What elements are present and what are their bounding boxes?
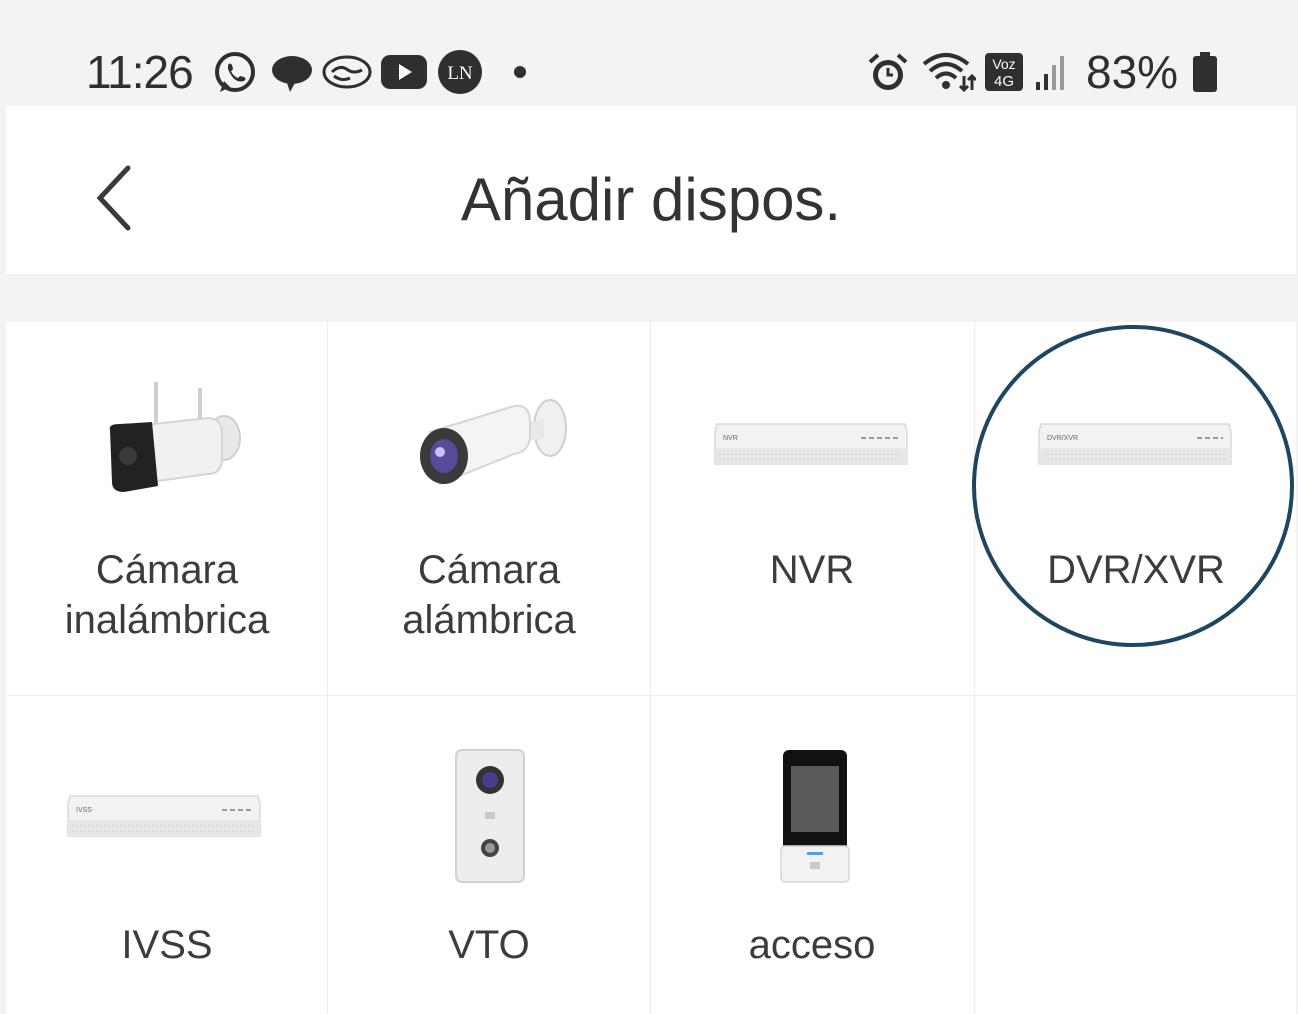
svg-text:IVSS: IVSS (76, 807, 92, 814)
chat-bubble-icon (272, 56, 312, 92)
device-label: VTO (448, 923, 530, 967)
device-label-line2: alámbrica (402, 598, 576, 642)
youtube-icon (381, 55, 427, 89)
app-header: Añadir dispos. (6, 106, 1296, 274)
device-option-wireless-camera[interactable]: Cámara inalámbrica (6, 322, 328, 695)
device-label: DVR/XVR (1047, 548, 1225, 592)
device-label: acceso (748, 923, 876, 967)
svg-text:Voz: Voz (992, 56, 1015, 72)
status-time: 11:26 (86, 46, 194, 98)
handshake-icon (322, 55, 372, 89)
svg-text:NVR: NVR (723, 435, 738, 442)
device-label: NVR (769, 548, 855, 592)
svg-text:LN: LN (447, 63, 473, 84)
ivss-recorder-icon: IVSS (67, 795, 261, 837)
dot-icon (514, 66, 526, 78)
nvr-recorder-icon: NVR (714, 423, 908, 465)
device-label-line1: Cámara (95, 548, 239, 592)
doorbell-station-icon (455, 749, 525, 883)
battery-percent: 83% (1086, 46, 1179, 98)
signal-icon (1036, 56, 1064, 90)
status-bar: 11:26 LN Voz 4G 83% (0, 0, 1298, 105)
dvr-recorder-icon: DVR/XVR (1038, 423, 1232, 465)
device-option-ivss[interactable]: IVSS IVSS (6, 696, 328, 1014)
device-option-access-control[interactable]: acceso (651, 696, 973, 1014)
device-label-line1: Cámara (417, 548, 561, 592)
device-option-dvr-xvr[interactable]: DVR/XVR DVR/XVR (975, 322, 1297, 695)
wireless-camera-icon (109, 382, 241, 492)
device-label-line2: inalámbrica (64, 598, 270, 642)
volte-4g-icon: Voz 4G (985, 53, 1023, 91)
whatsapp-icon (215, 52, 255, 92)
device-type-grid: Cámara inalámbrica Cámara alámbrica NVR … (6, 322, 1296, 1014)
battery-icon (1193, 52, 1217, 92)
device-label: IVSS (121, 923, 213, 967)
device-option-vto[interactable]: VTO (328, 696, 650, 1014)
alarm-icon (868, 53, 908, 90)
svg-text:4G: 4G (994, 73, 1014, 90)
svg-text:DVR/XVR: DVR/XVR (1047, 435, 1078, 442)
access-control-terminal-icon (780, 750, 850, 883)
device-option-wired-camera[interactable]: Cámara alámbrica (328, 322, 650, 695)
device-option-nvr[interactable]: NVR NVR (651, 322, 973, 695)
wifi-icon (922, 53, 976, 93)
wired-camera-icon (420, 399, 567, 486)
ln-icon: LN (438, 50, 482, 94)
page-title: Añadir dispos. (460, 166, 842, 233)
